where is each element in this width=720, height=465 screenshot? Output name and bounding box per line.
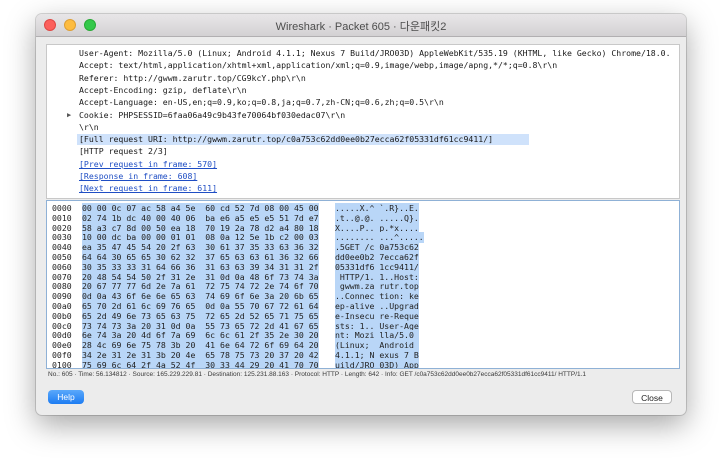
details-row-text: Cookie: PHPSESSID=6faa06a49c9b43fe70064b… [79,109,346,120]
details-row-text: [Full request URI: http://gwwm.zarutr.to… [79,134,494,145]
details-row-text: [Next request in frame: 611] [79,183,218,194]
details-row-text: User-Agent: Mozilla/5.0 (Linux; Android … [79,48,671,58]
details-row[interactable]: [Full request URI: http://gwwm.zarutr.to… [77,134,529,146]
window-title: Wireshark · Packet 605 · 다운패킷2 [275,21,447,33]
packet-bytes-pane[interactable]: 0000 00 00 0c 07 ac 58 a4 5e 60 cd 52 7d … [46,200,680,369]
ascii-bytes: uild/JRO 03D) App [335,359,419,369]
packet-details-pane[interactable]: User-Agent: Mozilla/5.0 (Linux; Android … [46,44,680,199]
close-button[interactable]: Close [632,390,672,404]
title-bar: Wireshark · Packet 605 · 다운패킷2 [36,14,686,37]
details-row-text: [Response in frame: 608] [79,171,198,181]
details-row-text: [Prev request in frame: 570] [79,158,218,169]
details-row-text: Accept-Language: en-US,en;q=0.9,ko;q=0.8… [79,97,444,108]
details-row-text: Accept: text/html,application/xhtml+xml,… [79,60,558,71]
hex-offset: 0100 [52,359,72,369]
details-row-text: Accept-Encoding: gzip, deflate\r\n [79,84,247,95]
packet-window: Wireshark · Packet 605 · 다운패킷2 User-Agen… [36,14,686,415]
details-row-text: [HTTP request 2/3] [79,146,168,157]
packet-summary-status: No.: 605 · Time: 56.134812 · Source: 165… [48,371,587,378]
details-row-text: Referer: http://gwwm.zarutr.top/CG9kcY.p… [79,72,306,83]
help-button[interactable]: Help [48,390,84,404]
expand-triangle-icon[interactable]: ▶ [67,110,71,121]
hex-bytes: 75 69 6c 64 2f 4a 52 4f 30 33 44 29 20 4… [82,359,319,369]
details-row-text: \r\n [79,121,99,132]
